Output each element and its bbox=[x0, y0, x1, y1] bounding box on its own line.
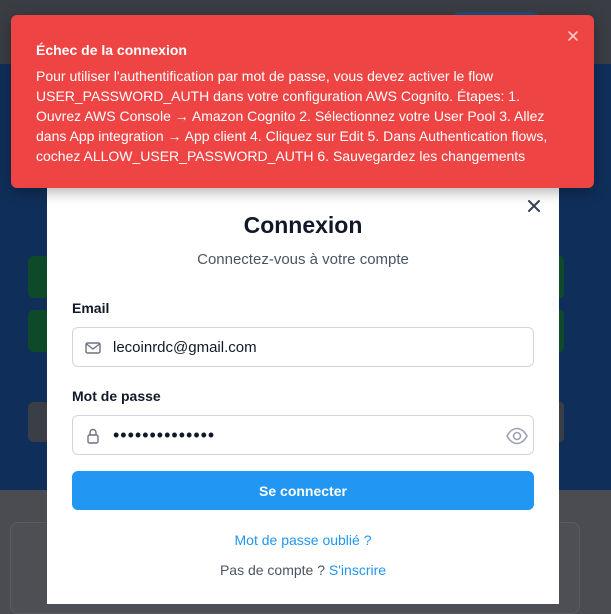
login-button[interactable]: Se connecter bbox=[72, 471, 534, 510]
modal-subtitle: Connectez-vous à votre compte bbox=[197, 251, 409, 268]
email-field[interactable] bbox=[113, 328, 493, 366]
password-field-wrapper bbox=[72, 415, 534, 455]
error-toast: Échec de la connexion Pour utiliser l'au… bbox=[11, 15, 594, 188]
eye-icon[interactable] bbox=[505, 426, 529, 446]
email-field-wrapper bbox=[72, 327, 534, 367]
close-icon[interactable] bbox=[566, 29, 580, 43]
no-account-text: Pas de compte ? bbox=[219, 562, 326, 578]
signup-link[interactable]: S'inscrire bbox=[329, 562, 386, 578]
toast-message: Pour utiliser l'authentification par mot… bbox=[36, 68, 548, 164]
password-label: Mot de passe bbox=[72, 388, 161, 404]
modal-title: Connexion bbox=[243, 212, 363, 238]
toast-title: Échec de la connexion bbox=[36, 42, 187, 58]
forgot-password-link[interactable]: Mot de passe oublié ? bbox=[47, 532, 559, 548]
email-label: Email bbox=[72, 300, 110, 316]
password-field[interactable] bbox=[113, 416, 493, 454]
mail-icon bbox=[84, 339, 102, 357]
login-modal: Connexion Connectez-vous à votre compte … bbox=[47, 178, 559, 604]
lock-icon bbox=[84, 427, 102, 445]
signup-line: Pas de compte ? S'inscrire bbox=[47, 562, 559, 578]
